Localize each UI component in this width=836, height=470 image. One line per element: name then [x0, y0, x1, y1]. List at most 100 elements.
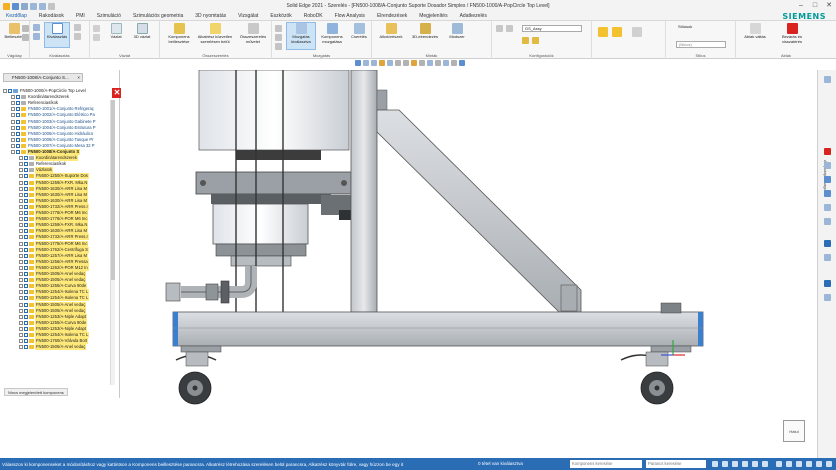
visibility-checkbox[interactable]	[24, 235, 28, 240]
pattern-button[interactable]: 3D-elrendezés	[408, 23, 442, 40]
tree-scrollbar[interactable]	[110, 100, 115, 385]
tab-3d-printing[interactable]: 3D nyomtatás	[189, 12, 232, 21]
visibility-checkbox[interactable]	[24, 186, 28, 191]
view-style-icon[interactable]	[459, 60, 465, 66]
expand-toggle-icon[interactable]	[19, 326, 23, 331]
assembly-relation-icon[interactable]	[275, 43, 282, 50]
expand-toggle-icon[interactable]	[19, 186, 23, 191]
visibility-checkbox[interactable]	[24, 168, 28, 173]
lighting-icon[interactable]	[427, 60, 433, 66]
expand-toggle-icon[interactable]	[11, 113, 15, 118]
config-open-icon[interactable]	[506, 25, 513, 32]
visibility-checkbox[interactable]	[24, 180, 28, 185]
expand-toggle-icon[interactable]	[11, 143, 15, 148]
visibility-checkbox[interactable]	[16, 137, 20, 142]
expand-toggle-icon[interactable]	[19, 278, 23, 283]
fit-icon[interactable]	[363, 60, 369, 66]
flash-fit-icon[interactable]	[275, 34, 282, 41]
customize-icon[interactable]	[48, 2, 55, 10]
visibility-checkbox[interactable]	[24, 211, 28, 216]
config-zone-icon[interactable]	[532, 37, 539, 44]
visibility-checkbox[interactable]	[24, 156, 28, 161]
save-view-icon[interactable]	[355, 60, 361, 66]
render-icon[interactable]	[403, 60, 409, 66]
visibility-checkbox[interactable]	[24, 308, 28, 313]
in-place-part-button[interactable]: Alkatrész közvetlen szerelésen belül	[196, 23, 234, 44]
visibility-checkbox[interactable]	[24, 333, 28, 338]
fit-view-icon[interactable]	[712, 461, 718, 467]
expand-toggle-icon[interactable]	[19, 223, 23, 228]
zoom-area-icon[interactable]	[722, 461, 728, 467]
visibility-checkbox[interactable]	[16, 131, 20, 136]
tab-layouts[interactable]: Elrendezések	[371, 12, 413, 21]
close-icon[interactable]: ✕	[822, 0, 836, 12]
search-panel-icon[interactable]	[824, 254, 831, 261]
expand-toggle-icon[interactable]	[11, 107, 15, 112]
properties-icon[interactable]	[824, 76, 831, 83]
expand-toggle-icon[interactable]	[19, 253, 23, 258]
visibility-checkbox[interactable]	[16, 101, 20, 106]
lasso-icon[interactable]	[74, 33, 81, 40]
insert-component-button[interactable]: Komponens beillesztése	[164, 23, 194, 44]
tab-home[interactable]: Kezdőlap	[0, 12, 33, 21]
visibility-checkbox[interactable]	[16, 119, 20, 124]
save-as-icon[interactable]	[21, 2, 28, 10]
pan-icon[interactable]	[379, 60, 385, 66]
replace-button[interactable]: Cserélés	[346, 23, 372, 40]
expand-toggle-icon[interactable]	[19, 229, 23, 234]
visibility-checkbox[interactable]	[24, 162, 28, 167]
expand-toggle-icon[interactable]	[19, 345, 23, 350]
expand-toggle-icon[interactable]	[11, 119, 15, 124]
display-icon[interactable]	[443, 60, 449, 66]
visibility-checkbox[interactable]	[24, 320, 28, 325]
tab-robodk[interactable]: RoboDK	[298, 12, 329, 21]
tab-flow-analysis[interactable]: Flow Analysis	[329, 12, 371, 21]
view-2-icon[interactable]	[786, 461, 792, 467]
tab-data-management[interactable]: Adatkezelés	[454, 12, 493, 21]
visibility-checkbox[interactable]	[8, 89, 12, 94]
close-and-return-button[interactable]: Bezárás és visszatérés	[772, 23, 812, 44]
visibility-checkbox[interactable]	[24, 278, 28, 283]
visibility-checkbox[interactable]	[16, 95, 20, 100]
undo-icon[interactable]	[30, 2, 37, 10]
save-icon[interactable]	[12, 2, 19, 10]
expand-toggle-icon[interactable]	[19, 284, 23, 289]
visibility-checkbox[interactable]	[16, 143, 20, 148]
expand-toggle-icon[interactable]	[19, 211, 23, 216]
expand-toggle-icon[interactable]	[19, 156, 23, 161]
command-search-input[interactable]: Parancs keresése	[646, 460, 706, 468]
expand-toggle-icon[interactable]	[19, 272, 23, 277]
tree-item[interactable]: FN500-1505/A-Anel vedaç	[19, 344, 87, 351]
visibility-checkbox[interactable]	[24, 296, 28, 301]
expand-toggle-icon[interactable]	[19, 180, 23, 185]
visibility-checkbox[interactable]	[24, 284, 28, 289]
visibility-checkbox[interactable]	[16, 150, 20, 155]
visibility-checkbox[interactable]	[24, 241, 28, 246]
rotate-status-icon[interactable]	[752, 461, 758, 467]
tab-tools[interactable]: Eszközök	[264, 12, 297, 21]
visibility-checkbox[interactable]	[24, 247, 28, 252]
visibility-checkbox[interactable]	[24, 204, 28, 209]
expand-toggle-icon[interactable]	[11, 131, 15, 136]
view-5-icon[interactable]	[816, 461, 822, 467]
expand-toggle-icon[interactable]	[19, 235, 23, 240]
expand-toggle-icon[interactable]	[19, 198, 23, 203]
expand-toggle-icon[interactable]	[11, 95, 15, 100]
library-icon[interactable]	[824, 162, 831, 169]
configuration-select[interactable]: GS_Assy	[522, 25, 582, 32]
switch-window-button[interactable]: Ablak váltás	[740, 23, 770, 40]
zoom-icon[interactable]	[371, 60, 377, 66]
cut-icon[interactable]	[22, 25, 29, 32]
zoom-in-icon[interactable]	[732, 461, 738, 467]
visibility-checkbox[interactable]	[16, 113, 20, 118]
sketch-view-icon[interactable]	[762, 461, 768, 467]
visibility-checkbox[interactable]	[16, 107, 20, 112]
box-select-icon[interactable]	[74, 24, 81, 31]
expand-toggle-icon[interactable]	[3, 89, 7, 94]
circle-icon[interactable]	[93, 34, 100, 41]
document-tab[interactable]: FN500-1008/A-Conjunto S... ×	[3, 73, 83, 82]
config-display-icon[interactable]	[522, 37, 529, 44]
expand-toggle-icon[interactable]	[19, 217, 23, 222]
visibility-checkbox[interactable]	[16, 125, 20, 130]
zone-box-icon[interactable]	[612, 27, 622, 37]
